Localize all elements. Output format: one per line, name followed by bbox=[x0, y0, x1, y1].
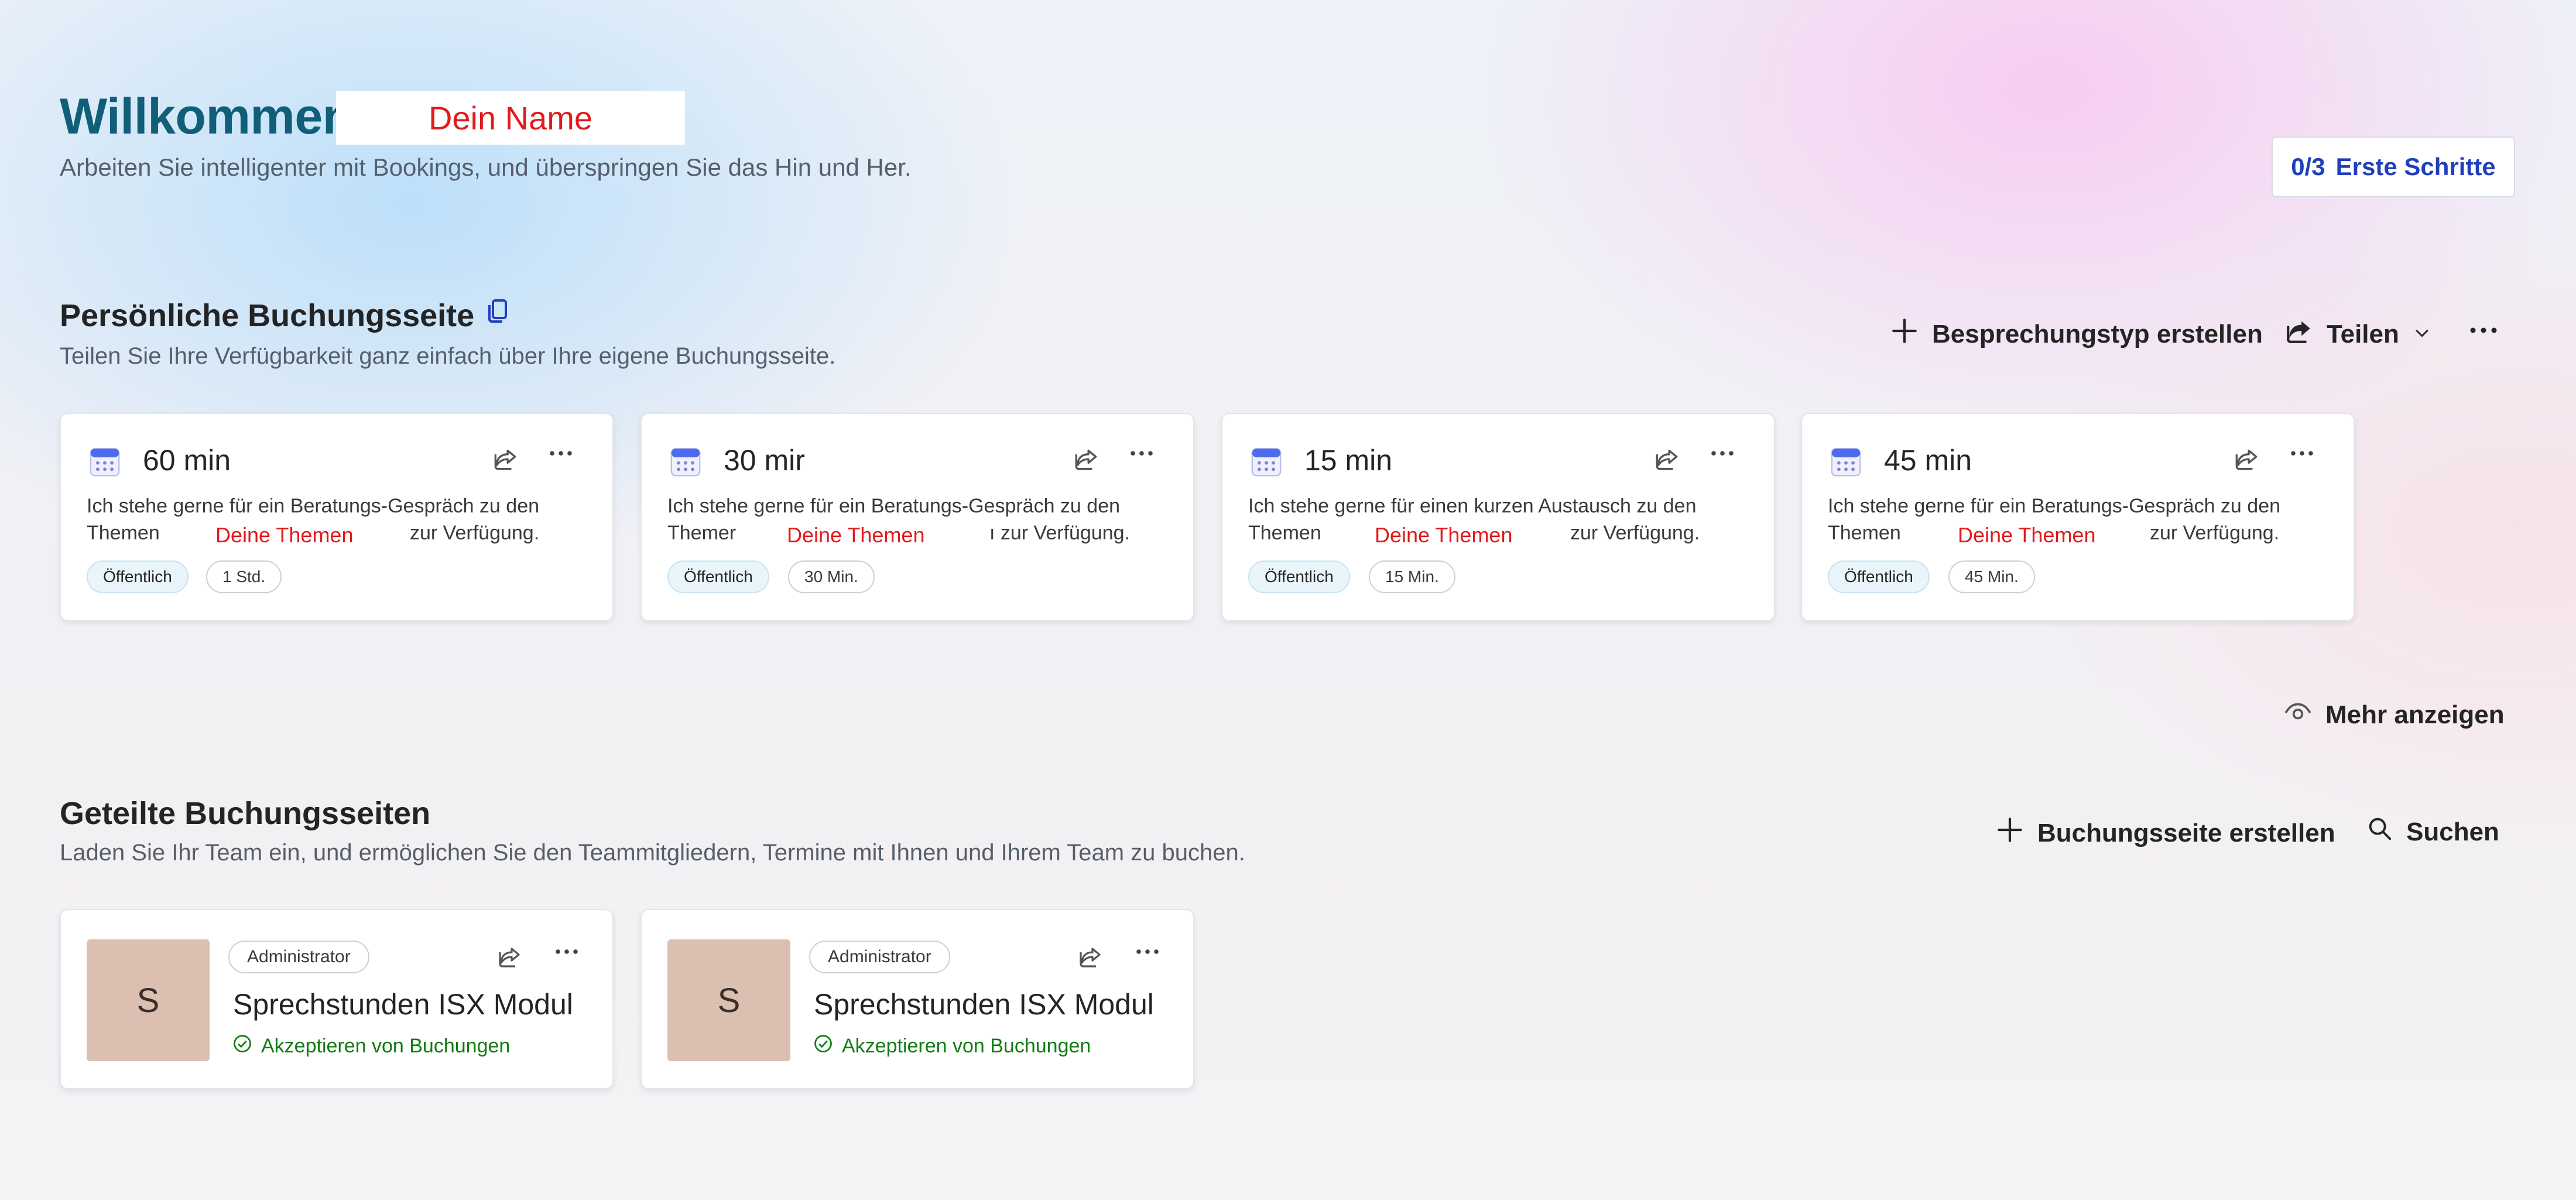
booking-page-title[interactable]: Sprechstunden ISX Modul bbox=[233, 987, 573, 1021]
meeting-type-card[interactable]: 60 min Ich stehe gerne für ein Beratungs… bbox=[60, 413, 614, 621]
check-circle-icon bbox=[813, 1033, 834, 1059]
role-badge: Administrator bbox=[228, 941, 369, 973]
show-more-label: Mehr anzeigen bbox=[2325, 700, 2505, 729]
getting-started-label: Erste Schritte bbox=[2335, 153, 2496, 180]
calendar-icon bbox=[1249, 445, 1283, 481]
more-icon bbox=[2468, 327, 2499, 337]
eye-icon bbox=[2283, 697, 2313, 733]
meeting-description-line: Ich stehe gerne für ein Beratungs-Gesprä… bbox=[87, 495, 540, 517]
share-label: Teilen bbox=[2327, 319, 2399, 348]
create-booking-page-button[interactable]: Buchungsseite erstellen bbox=[1995, 815, 2335, 851]
welcome-subtitle: Arbeiten Sie intelligenter mit Bookings,… bbox=[60, 153, 912, 181]
duration-badge: 45 Min. bbox=[1948, 560, 2035, 593]
visibility-badge: Öffentlich bbox=[667, 560, 769, 593]
more-options-button[interactable] bbox=[2468, 326, 2499, 338]
calendar-icon bbox=[88, 445, 122, 481]
meeting-description-line: Ich stehe gerne für ein Beratungs-Gesprä… bbox=[1828, 495, 2281, 517]
more-icon[interactable] bbox=[554, 948, 580, 959]
avatar: S bbox=[87, 939, 210, 1061]
visibility-badge: Öffentlich bbox=[1248, 560, 1350, 593]
share-icon[interactable] bbox=[1076, 943, 1104, 974]
meeting-type-title[interactable]: 15 min bbox=[1304, 443, 1392, 477]
share-icon bbox=[2284, 316, 2314, 352]
search-button[interactable]: Suchen bbox=[2366, 815, 2499, 849]
meeting-description-prefix: Themen bbox=[87, 522, 160, 544]
more-icon[interactable] bbox=[1710, 449, 1735, 460]
calendar-icon bbox=[1829, 445, 1863, 481]
meeting-description-prefix: Themen bbox=[1248, 522, 1321, 544]
welcome-heading: Willkommen bbox=[60, 88, 353, 145]
visibility-badge: Öffentlich bbox=[87, 560, 189, 593]
booking-page-title[interactable]: Sprechstunden ISX Modul bbox=[814, 987, 1154, 1021]
booking-page-card[interactable]: S Administrator Sprechstunden ISX Modul … bbox=[640, 909, 1194, 1089]
meeting-description-suffix: zur Verfügung. bbox=[2150, 522, 2280, 544]
meeting-topic-placeholder: Deine Themen bbox=[787, 523, 925, 547]
personal-booking-title: Persönliche Buchungsseite bbox=[60, 298, 509, 334]
booking-status: Akzeptieren von Buchungen bbox=[813, 1033, 1091, 1059]
meeting-description-line: Ich stehe gerne für einen kurzen Austaus… bbox=[1248, 495, 1697, 517]
share-icon[interactable] bbox=[1652, 445, 1681, 477]
calendar-icon bbox=[669, 445, 703, 481]
share-icon[interactable] bbox=[2232, 445, 2261, 477]
meeting-topic-placeholder: Deine Themen bbox=[1958, 523, 2096, 547]
meeting-description-suffix: ı zur Verfügung. bbox=[989, 522, 1131, 544]
create-meeting-type-button[interactable]: Besprechungstyp erstellen bbox=[1890, 316, 2263, 352]
getting-started-button[interactable]: 0/3 Erste Schritte bbox=[2272, 136, 2515, 197]
meeting-type-title[interactable]: 60 min bbox=[143, 443, 231, 477]
role-badge: Administrator bbox=[809, 941, 950, 973]
share-dropdown-button[interactable]: Teilen bbox=[2284, 316, 2432, 352]
personal-booking-title-text: Persönliche Buchungsseite bbox=[60, 298, 475, 333]
add-icon bbox=[1890, 316, 1919, 352]
booking-status: Akzeptieren von Buchungen bbox=[232, 1033, 510, 1059]
meeting-description-suffix: zur Verfügung. bbox=[410, 522, 540, 544]
meeting-description-prefix: Themen bbox=[1828, 522, 1901, 544]
more-icon[interactable] bbox=[2289, 449, 2315, 460]
shared-booking-subtitle: Laden Sie Ihr Team ein, und ermöglichen … bbox=[60, 840, 1245, 866]
getting-started-count: 0/3 bbox=[2291, 153, 2325, 180]
meeting-topic-placeholder: Deine Themen bbox=[1375, 523, 1513, 547]
copy-icon[interactable] bbox=[486, 298, 509, 334]
meeting-type-card[interactable]: 45 min Ich stehe gerne für ein Beratungs… bbox=[1801, 413, 2355, 621]
meeting-type-card[interactable]: 15 min Ich stehe gerne für einen kurzen … bbox=[1221, 413, 1775, 621]
meeting-description-line: Ich stehe gerne für ein Beratungs-Gesprä… bbox=[667, 495, 1121, 517]
show-more-button[interactable]: Mehr anzeigen bbox=[2283, 697, 2505, 733]
personal-booking-subtitle: Teilen Sie Ihre Verfügbarkeit ganz einfa… bbox=[60, 343, 836, 369]
duration-badge: 30 Min. bbox=[788, 560, 875, 593]
shared-booking-title: Geteilte Buchungsseiten bbox=[60, 795, 430, 832]
user-name-placeholder: Dein Name bbox=[336, 91, 685, 145]
meeting-type-card[interactable]: 30 mir Ich stehe gerne für ein Beratungs… bbox=[640, 413, 1194, 621]
create-meeting-type-label: Besprechungstyp erstellen bbox=[1932, 319, 2263, 348]
more-icon[interactable] bbox=[548, 449, 574, 460]
visibility-badge: Öffentlich bbox=[1828, 560, 1930, 593]
booking-status-label: Akzeptieren von Buchungen bbox=[261, 1035, 511, 1057]
meeting-topic-placeholder: Deine Themen bbox=[215, 523, 354, 547]
check-circle-icon bbox=[232, 1033, 253, 1059]
meeting-type-title[interactable]: 30 mir bbox=[724, 443, 805, 477]
meeting-type-title[interactable]: 45 min bbox=[1884, 443, 1972, 477]
shared-booking-title-text: Geteilte Buchungsseiten bbox=[60, 796, 431, 831]
duration-badge: 15 Min. bbox=[1369, 560, 1455, 593]
share-icon[interactable] bbox=[1071, 445, 1101, 477]
add-icon bbox=[1995, 815, 2025, 851]
search-label: Suchen bbox=[2406, 817, 2499, 846]
chevron-down-icon bbox=[2412, 320, 2432, 349]
create-booking-page-label: Buchungsseite erstellen bbox=[2037, 818, 2335, 847]
meeting-description-prefix: Themer bbox=[667, 522, 737, 544]
booking-status-label: Akzeptieren von Buchungen bbox=[842, 1035, 1091, 1057]
booking-page-card[interactable]: S Administrator Sprechstunden ISX Modul … bbox=[60, 909, 614, 1089]
meeting-description-suffix: zur Verfügung. bbox=[1570, 522, 1700, 544]
duration-badge: 1 Std. bbox=[206, 560, 282, 593]
more-icon[interactable] bbox=[1135, 948, 1160, 959]
avatar: S bbox=[667, 939, 790, 1061]
share-icon[interactable] bbox=[495, 943, 523, 974]
more-icon[interactable] bbox=[1129, 449, 1155, 460]
search-icon bbox=[2366, 815, 2393, 849]
share-icon[interactable] bbox=[491, 445, 520, 477]
